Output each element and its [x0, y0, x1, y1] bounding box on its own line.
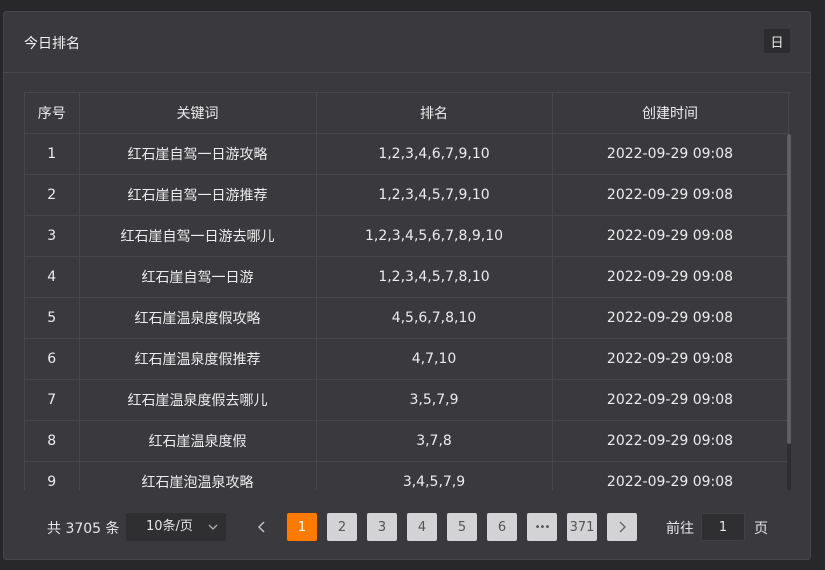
cell-keyword: 红石崖自驾一日游	[79, 256, 317, 298]
cell-rank: 4,7,10	[316, 338, 553, 380]
goto-label: 前往	[666, 521, 694, 537]
pagination-total: 共 3705 条	[47, 521, 120, 537]
cell-index: 7	[25, 379, 80, 421]
page-button-6[interactable]: 6	[487, 513, 517, 541]
cell-created-time: 2022-09-29 09:08	[552, 133, 789, 175]
cell-index: 9	[25, 461, 80, 490]
table-scrollbar[interactable]	[787, 134, 791, 490]
cell-index: 8	[25, 420, 80, 462]
table-scroll-thumb[interactable]	[787, 134, 791, 444]
cell-keyword: 红石崖泡温泉攻略	[79, 461, 317, 490]
cell-keyword: 红石崖温泉度假	[79, 420, 317, 462]
cell-rank: 1,2,3,4,6,7,9,10	[316, 133, 553, 175]
table-row: 9 红石崖泡温泉攻略 3,4,5,7,9 2022-09-29 09:08	[25, 461, 789, 490]
page-size-select[interactable]: 10条/页	[126, 513, 226, 541]
cell-created-time: 2022-09-29 09:08	[552, 297, 789, 339]
cell-rank: 3,5,7,9	[316, 379, 553, 421]
cell-index: 4	[25, 256, 80, 298]
page-button-4[interactable]: 4	[407, 513, 437, 541]
cell-rank: 3,4,5,7,9	[316, 461, 553, 490]
cell-created-time: 2022-09-29 09:08	[552, 379, 789, 421]
page-ellipsis-button[interactable]: •••	[527, 513, 557, 541]
panel-title: 今日排名	[24, 36, 80, 52]
cell-created-time: 2022-09-29 09:08	[552, 338, 789, 380]
pagination: 共 3705 条 10条/页 1 2 3 4 5 6 ••• 371 前往 页	[4, 512, 812, 542]
page-button-2[interactable]: 2	[327, 513, 357, 541]
cell-keyword: 红石崖温泉度假推荐	[79, 338, 317, 380]
cell-index: 2	[25, 174, 80, 216]
prev-page-button[interactable]	[247, 513, 277, 541]
cell-created-time: 2022-09-29 09:08	[552, 215, 789, 257]
cell-created-time: 2022-09-29 09:08	[552, 461, 789, 490]
ranking-panel: 今日排名 日 序号 关键词 排名 创建时间 1 红石崖自驾一日游攻略 1,2,3…	[3, 11, 811, 560]
next-page-button[interactable]	[607, 513, 637, 541]
cell-created-time: 2022-09-29 09:08	[552, 256, 789, 298]
cell-index: 5	[25, 297, 80, 339]
goto-page-input[interactable]	[701, 513, 745, 541]
page-button-5[interactable]: 5	[447, 513, 477, 541]
cell-rank: 1,2,3,4,5,7,8,10	[316, 256, 553, 298]
chevron-right-icon	[619, 521, 626, 533]
cell-keyword: 红石崖自驾一日游去哪儿	[79, 215, 317, 257]
cell-rank: 1,2,3,4,5,6,7,8,9,10	[316, 215, 553, 257]
chevron-down-icon	[208, 513, 218, 553]
panel-header: 今日排名 日	[4, 12, 810, 73]
chevron-left-icon	[258, 521, 265, 533]
table-row: 2 红石崖自驾一日游推荐 1,2,3,4,5,7,9,10 2022-09-29…	[25, 174, 789, 216]
cell-keyword: 红石崖自驾一日游攻略	[79, 133, 317, 175]
table-row: 4 红石崖自驾一日游 1,2,3,4,5,7,8,10 2022-09-29 0…	[25, 256, 789, 298]
page-size-value: 10条/页	[146, 519, 193, 534]
table-row: 3 红石崖自驾一日游去哪儿 1,2,3,4,5,6,7,8,9,10 2022-…	[25, 215, 789, 257]
table-row: 8 红石崖温泉度假 3,7,8 2022-09-29 09:08	[25, 420, 789, 462]
table-row: 6 红石崖温泉度假推荐 4,7,10 2022-09-29 09:08	[25, 338, 789, 380]
table-row: 7 红石崖温泉度假去哪儿 3,5,7,9 2022-09-29 09:08	[25, 379, 789, 421]
column-header-index: 序号	[25, 93, 80, 134]
cell-created-time: 2022-09-29 09:08	[552, 420, 789, 462]
cell-index: 6	[25, 338, 80, 380]
goto-suffix: 页	[754, 521, 768, 537]
ranking-table: 序号 关键词 排名 创建时间 1 红石崖自驾一日游攻略 1,2,3,4,6,7,…	[24, 92, 791, 490]
page-button-1[interactable]: 1	[287, 513, 317, 541]
page-button-last[interactable]: 371	[567, 513, 597, 541]
period-day-button[interactable]: 日	[764, 29, 790, 53]
cell-rank: 1,2,3,4,5,7,9,10	[316, 174, 553, 216]
cell-keyword: 红石崖温泉度假去哪儿	[79, 379, 317, 421]
cell-index: 1	[25, 133, 80, 175]
table-header-row: 序号 关键词 排名 创建时间	[25, 93, 789, 134]
column-header-keyword: 关键词	[79, 93, 317, 134]
table-row: 5 红石崖温泉度假攻略 4,5,6,7,8,10 2022-09-29 09:0…	[25, 297, 789, 339]
cell-index: 3	[25, 215, 80, 257]
column-header-created-time: 创建时间	[552, 93, 789, 134]
cell-keyword: 红石崖温泉度假攻略	[79, 297, 317, 339]
page-button-3[interactable]: 3	[367, 513, 397, 541]
table-row: 1 红石崖自驾一日游攻略 1,2,3,4,6,7,9,10 2022-09-29…	[25, 133, 789, 175]
cell-keyword: 红石崖自驾一日游推荐	[79, 174, 317, 216]
cell-rank: 4,5,6,7,8,10	[316, 297, 553, 339]
cell-created-time: 2022-09-29 09:08	[552, 174, 789, 216]
column-header-rank: 排名	[316, 93, 553, 134]
cell-rank: 3,7,8	[316, 420, 553, 462]
